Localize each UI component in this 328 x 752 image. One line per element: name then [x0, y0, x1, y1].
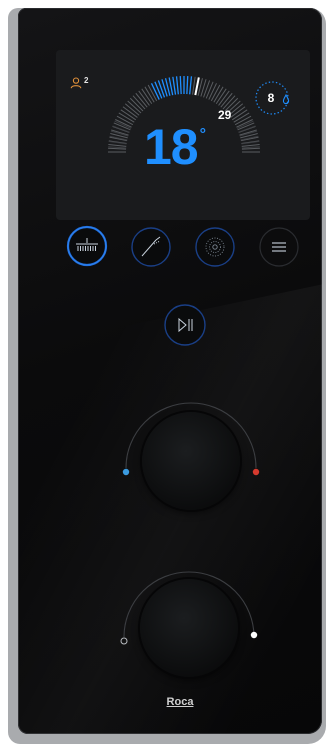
max-temperature: 29 — [218, 108, 232, 122]
shower-control-panel: 2 29 18 ° 8 Roca — [8, 8, 326, 744]
panel-face: 2 29 18 ° 8 Roca — [18, 8, 322, 734]
flow-knob[interactable] — [140, 579, 238, 677]
temperature-value: 18 — [144, 119, 199, 175]
gauge-tick — [205, 81, 214, 99]
play-pause-button[interactable] — [163, 303, 207, 347]
gauge-tick — [189, 76, 193, 95]
flow-off-indicator — [120, 637, 128, 645]
gauge-tick — [241, 144, 260, 147]
user-count: 2 — [84, 76, 89, 85]
gauge-tick — [192, 76, 196, 95]
gauge-tick — [241, 147, 260, 150]
temperature-unit: ° — [199, 126, 207, 143]
temperature-knob[interactable] — [142, 412, 240, 510]
temperature-knob-area — [116, 386, 266, 536]
flow-knob-area — [114, 553, 264, 703]
gauge-tick — [236, 119, 253, 128]
gauge-tick — [172, 76, 177, 95]
flow-on-indicator — [250, 631, 258, 639]
gauge-tick — [154, 81, 163, 99]
gauge-tick — [110, 130, 129, 137]
gauge-tick — [208, 83, 217, 100]
brand-logo: Roca — [166, 696, 194, 708]
user-icon — [70, 77, 82, 89]
mode-button-rain-spray[interactable] — [194, 226, 236, 268]
gauge-tick — [115, 119, 132, 128]
gauge-tick — [194, 77, 200, 96]
gauge-tick — [241, 146, 260, 149]
mode-button-hand-shower[interactable] — [130, 226, 172, 268]
flow-level-value: 8 — [267, 91, 275, 105]
gauge-tick — [108, 146, 127, 149]
temperature-readout: 18 ° — [144, 122, 206, 172]
hot-indicator — [252, 468, 260, 476]
display-screen: 2 29 18 ° 8 — [56, 50, 310, 220]
gauge-tick — [150, 83, 160, 100]
gauge-tick — [239, 130, 258, 137]
gauge-tick — [108, 147, 127, 150]
mode-button-overhead-shower[interactable] — [66, 225, 108, 267]
gauge-tick — [186, 76, 189, 95]
gauge-tick — [175, 76, 179, 95]
cold-indicator — [122, 468, 130, 476]
flow-level-badge[interactable]: 8 — [254, 78, 294, 118]
gauge-tick — [108, 144, 127, 147]
menu-button[interactable] — [258, 226, 300, 268]
gauge-tick — [179, 76, 182, 95]
user-indicator[interactable]: 2 — [70, 76, 89, 89]
